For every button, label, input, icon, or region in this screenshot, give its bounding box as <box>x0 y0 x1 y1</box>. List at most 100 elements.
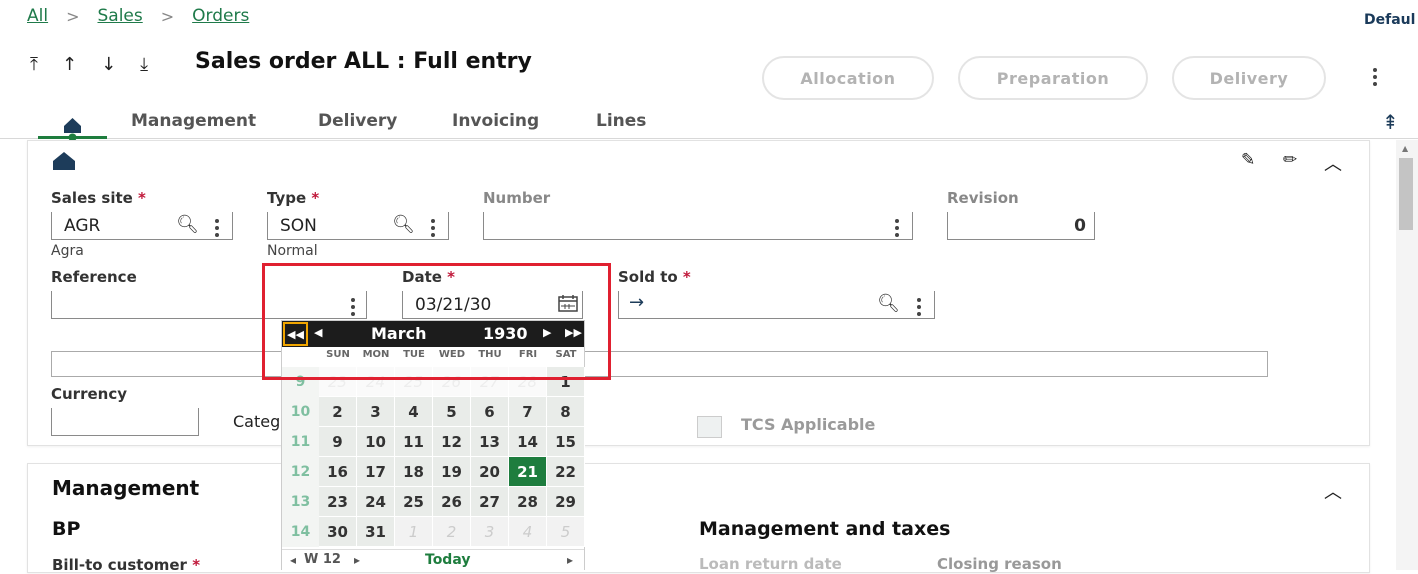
week-next-icon[interactable]: ▸ <box>354 553 360 567</box>
page-title: Sales order ALL : Full entry <box>195 49 532 74</box>
tab-invoicing[interactable]: Invoicing <box>452 111 539 131</box>
last-record-icon[interactable]: ⤓ <box>140 54 148 75</box>
search-icon[interactable]: 🔍︎ <box>392 214 415 235</box>
field-menu-icon[interactable] <box>917 298 921 316</box>
calendar-day[interactable]: 20 <box>471 457 509 487</box>
calendar-day[interactable]: 15 <box>547 427 585 457</box>
calendar-day[interactable]: 30 <box>319 517 357 547</box>
calendar-day[interactable]: 3 <box>471 517 509 547</box>
sales-site-value: AGR <box>64 216 101 236</box>
tcs-checkbox[interactable] <box>697 416 722 438</box>
sold-to-field[interactable]: → 🔍︎ <box>618 291 935 319</box>
calendar-day[interactable]: 27 <box>471 487 509 517</box>
currency-field[interactable] <box>51 408 199 436</box>
collapse-icon[interactable]: ︿ <box>1324 478 1342 504</box>
calendar-day[interactable]: 14 <box>509 427 547 457</box>
calendar-day[interactable]: 2 <box>319 397 357 427</box>
management-title: Management <box>52 476 200 500</box>
calendar-day[interactable]: 28 <box>509 487 547 517</box>
calendar-day[interactable]: 12 <box>433 427 471 457</box>
home-icon <box>38 118 107 142</box>
preparation-button[interactable]: Preparation <box>958 56 1148 100</box>
number-label: Number <box>483 189 551 207</box>
breadcrumb-orders[interactable]: Orders <box>192 6 249 26</box>
calendar-day[interactable]: 8 <box>547 397 585 427</box>
calendar-day[interactable]: 31 <box>357 517 395 547</box>
calendar-day[interactable]: 4 <box>395 397 433 427</box>
reference-label: Reference <box>51 268 137 286</box>
calendar-day[interactable]: 2 <box>433 517 471 547</box>
bill-to-label: Bill-to customer * <box>52 556 201 574</box>
revision-value: 0 <box>1074 216 1086 236</box>
pin-icon[interactable]: ✎ <box>1241 150 1255 170</box>
calendar-day[interactable]: 3 <box>357 397 395 427</box>
week-number[interactable]: 13 <box>282 487 319 517</box>
arrow-right-icon[interactable]: → <box>629 292 644 313</box>
calendar-day[interactable]: 25 <box>395 487 433 517</box>
calendar-day[interactable]: 10 <box>357 427 395 457</box>
revision-label: Revision <box>947 189 1019 207</box>
calendar-day[interactable]: 17 <box>357 457 395 487</box>
breadcrumb-all[interactable]: All <box>27 6 48 26</box>
edit-icon[interactable]: ✏ <box>1283 150 1297 170</box>
breadcrumb-sales[interactable]: Sales <box>97 6 142 26</box>
sales-site-field[interactable]: AGR 🔍︎ <box>51 212 233 240</box>
tab-management[interactable]: Management <box>131 111 256 131</box>
calendar-day[interactable]: 13 <box>471 427 509 457</box>
loan-return-label: Loan return date <box>699 555 842 573</box>
delivery-button[interactable]: Delivery <box>1172 56 1326 100</box>
calendar-day[interactable]: 22 <box>547 457 585 487</box>
tab-delivery[interactable]: Delivery <box>318 111 397 131</box>
calendar-day[interactable]: 29 <box>547 487 585 517</box>
calendar-day[interactable]: 1 <box>395 517 433 547</box>
calendar-day[interactable]: 19 <box>433 457 471 487</box>
field-menu-icon[interactable] <box>431 219 435 237</box>
calendar-day[interactable]: 26 <box>433 487 471 517</box>
week-number[interactable]: 14 <box>282 517 319 547</box>
scrollbar-thumb[interactable] <box>1399 158 1413 230</box>
description-field[interactable] <box>51 351 1268 377</box>
scroll-up-icon[interactable]: ▲ <box>1402 144 1408 153</box>
number-field[interactable] <box>483 212 913 240</box>
calendar-footer: ◂ W 12 ▸ Today ▸ <box>282 549 584 571</box>
scrollbar[interactable]: ▲ <box>1396 140 1418 570</box>
highlight-box <box>262 263 611 380</box>
sales-site-label: Sales site * <box>51 189 146 207</box>
calendar-day[interactable]: 7 <box>509 397 547 427</box>
calendar-day[interactable]: 16 <box>319 457 357 487</box>
field-menu-icon[interactable] <box>215 219 219 237</box>
collapse-icon[interactable]: ︿ <box>1324 150 1342 176</box>
column-settings-icon[interactable]: ⇞ <box>1382 110 1399 134</box>
week-prev-icon[interactable]: ◂ <box>290 553 296 567</box>
type-field[interactable]: SON 🔍︎ <box>267 212 449 240</box>
search-icon[interactable]: 🔍︎ <box>877 293 900 314</box>
calendar-day[interactable]: 18 <box>395 457 433 487</box>
more-actions-icon[interactable] <box>1373 68 1377 86</box>
record-navigation: ⤒ ↑ ↓ ⤓ <box>30 54 148 75</box>
calendar-day[interactable]: 23 <box>319 487 357 517</box>
field-menu-icon[interactable] <box>895 219 899 237</box>
calendar-day[interactable]: 5 <box>433 397 471 427</box>
calendar-day[interactable]: 11 <box>395 427 433 457</box>
next-record-icon[interactable]: ↓ <box>101 54 116 75</box>
calendar-day[interactable]: 4 <box>509 517 547 547</box>
tab-home[interactable] <box>38 106 107 142</box>
calendar-day[interactable]: 21 <box>509 457 547 487</box>
calendar-day[interactable]: 9 <box>319 427 357 457</box>
day-grid: 9 23 24 25 26 27 28 1 10 2 3 4 5 6 7 8 11 9 10 11 12 13 14 15 12… <box>282 367 585 547</box>
calendar-day[interactable]: 5 <box>547 517 585 547</box>
allocation-button[interactable]: Allocation <box>762 56 934 100</box>
previous-record-icon[interactable]: ↑ <box>62 54 77 75</box>
search-icon[interactable]: 🔍︎ <box>176 214 199 235</box>
revision-field[interactable]: 0 <box>947 212 1095 240</box>
today-button[interactable]: Today <box>425 552 470 568</box>
first-record-icon[interactable]: ⤒ <box>30 54 38 75</box>
footer-next-icon[interactable]: ▸ <box>567 553 573 567</box>
default-label[interactable]: Defaul <box>1364 12 1415 28</box>
week-number[interactable]: 12 <box>282 457 319 487</box>
week-number[interactable]: 10 <box>282 397 319 427</box>
calendar-day[interactable]: 6 <box>471 397 509 427</box>
tab-lines[interactable]: Lines <box>596 111 646 131</box>
week-number[interactable]: 11 <box>282 427 319 457</box>
calendar-day[interactable]: 24 <box>357 487 395 517</box>
